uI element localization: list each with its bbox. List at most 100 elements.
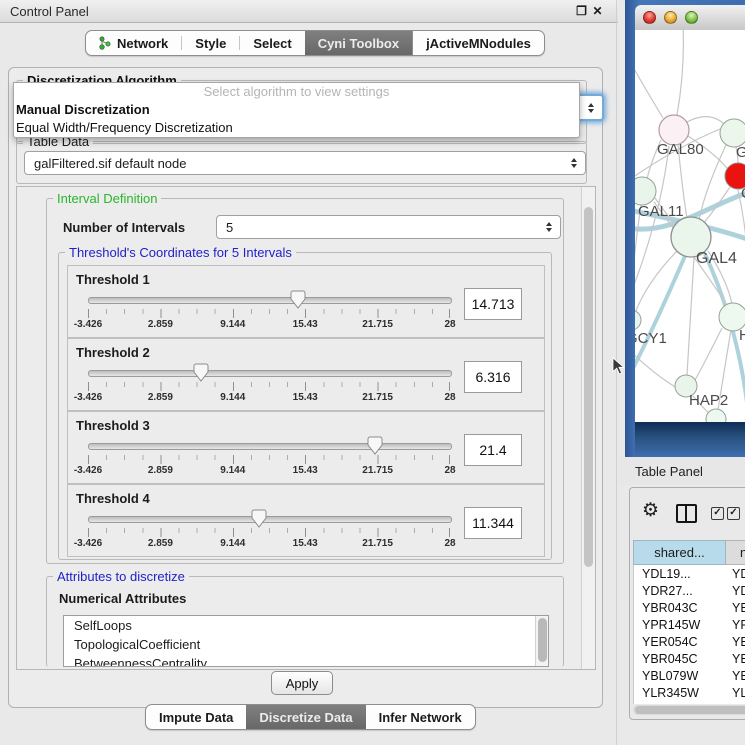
cyni-bottom-tabs: Impute Data Discretize Data Infer Networ… xyxy=(145,704,476,730)
slider-tick-labels: -3.4262.859 9.14415.43 21.71528 xyxy=(88,392,450,404)
minimize-traffic-light-icon[interactable] xyxy=(664,11,677,24)
cell-name[interactable]: YIL0 xyxy=(729,703,745,705)
algorithm-hint: Select algorithm to view settings xyxy=(14,83,579,101)
node-label: GA xyxy=(736,144,745,161)
cell-shared-name[interactable]: YBL079W xyxy=(634,669,729,683)
threshold-3-slider[interactable] xyxy=(88,443,452,450)
checkbox-icon[interactable]: ✓ xyxy=(727,507,740,520)
cell-name[interactable]: YLR3 xyxy=(729,686,745,700)
slider-thumb[interactable] xyxy=(290,290,306,310)
network-canvas[interactable]: GAL80 GA C GAL11 GAL4 GCY1 H HAP2 xyxy=(635,30,745,422)
gear-icon[interactable]: ⚙ xyxy=(642,501,659,520)
table-data-combobox[interactable]: galFiltered.sif default node xyxy=(24,151,586,175)
zoom-traffic-light-icon[interactable] xyxy=(685,11,698,24)
node-label: C xyxy=(741,185,745,202)
algorithm-dropdown-popup: Select algorithm to view settings Manual… xyxy=(13,82,580,138)
attributes-group-title: Attributes to discretize xyxy=(53,569,189,584)
cell-name[interactable]: YDL1 xyxy=(729,567,745,581)
cell-shared-name[interactable]: YIL052C xyxy=(634,703,729,705)
table-row[interactable]: YBL079WYBL0 xyxy=(634,667,745,684)
threshold-1-label: Threshold 1 xyxy=(76,272,150,287)
cell-name[interactable]: YPR1 xyxy=(729,618,745,632)
columns-icon[interactable] xyxy=(676,504,697,523)
threshold-2-label: Threshold 2 xyxy=(76,345,150,360)
scrollbar-thumb[interactable] xyxy=(538,618,547,662)
num-intervals-spinner[interactable]: 5 xyxy=(216,215,561,239)
cell-name[interactable]: YER0 xyxy=(729,635,745,649)
tab-infer-network[interactable]: Infer Network xyxy=(366,705,475,729)
table-row[interactable]: YIL052CYIL0 xyxy=(634,701,745,704)
column-header-name[interactable]: na xyxy=(726,540,745,565)
checkbox-icon[interactable]: ✓ xyxy=(711,507,724,520)
cell-name[interactable]: YBR0 xyxy=(729,652,745,666)
attributes-list-scrollbar[interactable] xyxy=(535,616,548,666)
combo-arrows-icon xyxy=(588,103,594,113)
close-traffic-light-icon[interactable] xyxy=(643,11,656,24)
control-panel-tabs: Network Style Select Cyni Toolbox jActiv… xyxy=(85,30,545,56)
threshold-4-slider[interactable] xyxy=(88,516,452,523)
tab-network[interactable]: Network xyxy=(86,31,181,55)
cell-name[interactable]: YDR2 xyxy=(729,584,745,598)
cell-shared-name[interactable]: YBR045C xyxy=(634,652,729,666)
application-window: Control Panel ❐ ✕ Network Style Select C… xyxy=(0,0,745,745)
algorithm-option-manual[interactable]: Manual Discretization xyxy=(14,101,579,119)
threshold-2-slider[interactable] xyxy=(88,370,452,377)
node-label: GCY1 xyxy=(635,330,667,347)
network-window-titlebar[interactable] xyxy=(635,5,745,31)
thresholds-group-title: Threshold's Coordinates for 5 Intervals xyxy=(65,245,296,260)
slider-thumb[interactable] xyxy=(367,436,383,456)
tab-style[interactable]: Style xyxy=(182,31,239,55)
cell-shared-name[interactable]: YPR145W xyxy=(634,618,729,632)
node-gal11[interactable] xyxy=(635,177,656,205)
column-header-shared-name[interactable]: shared... xyxy=(633,540,726,565)
scrollbar-thumb[interactable] xyxy=(584,207,593,567)
node-gcy1[interactable] xyxy=(635,310,641,330)
node-partial-top-right[interactable] xyxy=(720,119,745,147)
list-item[interactable]: TopologicalCoefficient xyxy=(64,635,548,654)
cell-shared-name[interactable]: YER054C xyxy=(634,635,729,649)
list-item[interactable]: SelfLoops xyxy=(64,616,548,635)
tab-impute-data[interactable]: Impute Data xyxy=(146,705,246,729)
threshold-4-value-field[interactable]: 11.344 xyxy=(464,507,522,539)
table-header-row: shared... na xyxy=(633,540,745,565)
tab-select[interactable]: Select xyxy=(240,31,304,55)
combo-arrows-icon xyxy=(571,158,577,168)
close-panel-icon[interactable]: ✕ xyxy=(590,3,605,18)
cell-shared-name[interactable]: YLR345W xyxy=(634,686,729,700)
cell-name[interactable]: YBR0 xyxy=(729,601,745,615)
table-row[interactable]: YLR345WYLR3 xyxy=(634,684,745,701)
table-horizontal-scrollbar[interactable] xyxy=(633,705,745,715)
apply-button[interactable]: Apply xyxy=(271,671,333,695)
list-item[interactable]: BetweennessCentrality xyxy=(64,654,548,667)
threshold-1-value-field[interactable]: 14.713 xyxy=(464,288,522,320)
threshold-1-slider[interactable] xyxy=(88,297,452,304)
table-panel-title: Table Panel xyxy=(635,464,703,479)
slider-tick-labels: -3.4262.859 9.14415.43 21.71528 xyxy=(88,319,450,331)
float-window-icon[interactable]: ❐ xyxy=(574,3,589,18)
cell-shared-name[interactable]: YDR27... xyxy=(634,584,729,598)
cell-shared-name[interactable]: YDL19... xyxy=(634,567,729,581)
slider-thumb[interactable] xyxy=(193,363,209,383)
threshold-3-panel: Threshold 3 -3.4262.859 9.14415.43 21.71… xyxy=(67,411,545,484)
table-row[interactable]: YBR043CYBR0 xyxy=(634,599,745,616)
table-row[interactable]: YPR145WYPR1 xyxy=(634,616,745,633)
table-body[interactable]: YDL19...YDL1YDR27...YDR2YBR043CYBR0YPR14… xyxy=(633,565,745,704)
tab-cyni-toolbox[interactable]: Cyni Toolbox xyxy=(305,31,412,55)
table-row[interactable]: YDR27...YDR2 xyxy=(634,582,745,599)
settings-vertical-scrollbar[interactable] xyxy=(581,187,595,669)
tab-discretize-data[interactable]: Discretize Data xyxy=(246,705,365,729)
network-graph[interactable]: GAL80 GA C GAL11 GAL4 GCY1 H HAP2 xyxy=(635,30,745,422)
table-data-value: galFiltered.sif default node xyxy=(34,156,186,171)
scrollbar-thumb[interactable] xyxy=(635,706,745,714)
threshold-3-value-field[interactable]: 21.4 xyxy=(464,434,522,466)
table-row[interactable]: YER054CYER0 xyxy=(634,633,745,650)
table-row[interactable]: YDL19...YDL1 xyxy=(634,565,745,582)
tab-jactivemnodules[interactable]: jActiveMNodules xyxy=(412,31,544,55)
table-row[interactable]: YBR045CYBR0 xyxy=(634,650,745,667)
slider-thumb[interactable] xyxy=(251,509,267,529)
cell-shared-name[interactable]: YBR043C xyxy=(634,601,729,615)
node-bottom-partial[interactable] xyxy=(706,409,726,422)
cell-name[interactable]: YBL0 xyxy=(729,669,745,683)
threshold-2-value-field[interactable]: 6.316 xyxy=(464,361,522,393)
algorithm-option-equal-width[interactable]: Equal Width/Frequency Discretization xyxy=(14,119,579,137)
